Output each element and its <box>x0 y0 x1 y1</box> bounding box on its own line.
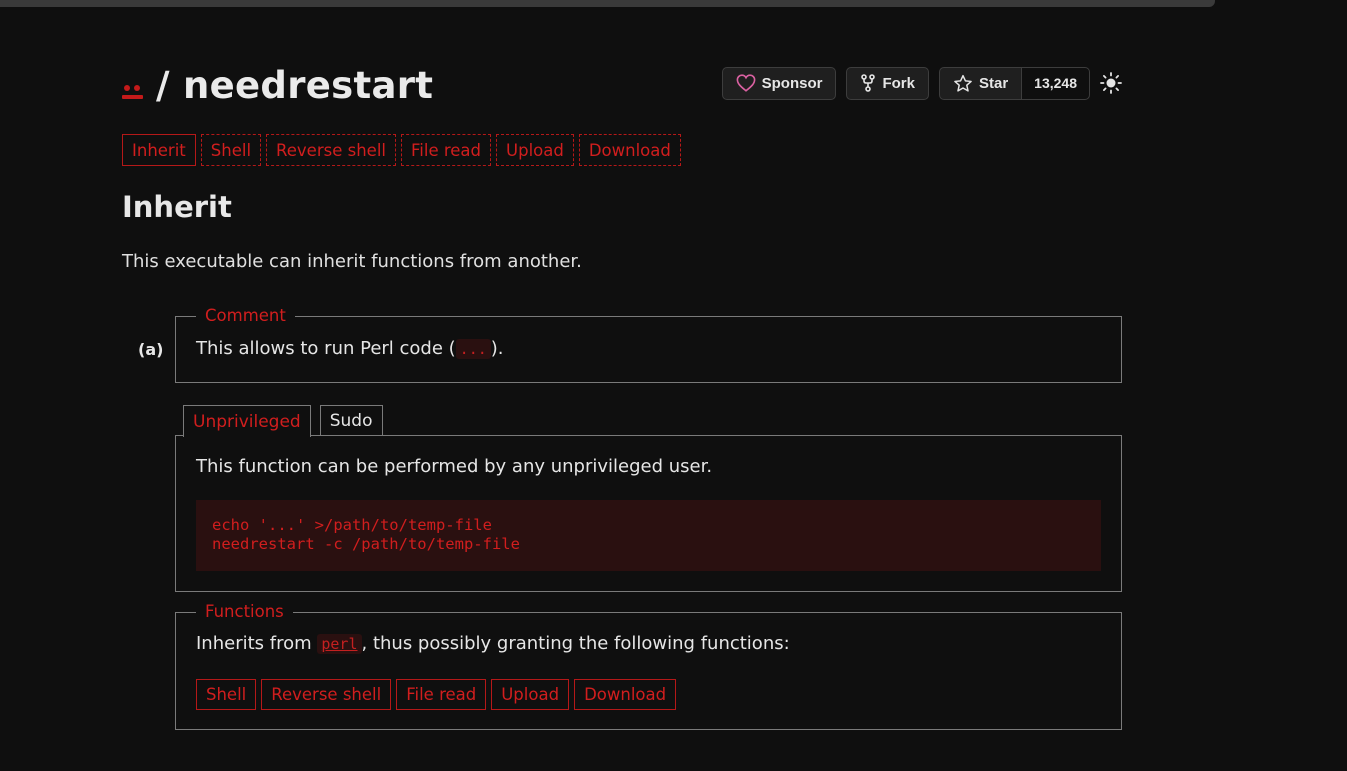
sponsor-button[interactable]: Sponsor <box>721 66 837 100</box>
sun-icon <box>1100 72 1122 94</box>
page-header: / needrestart <box>122 60 433 110</box>
tag-download[interactable]: Download <box>578 134 681 166</box>
star-button[interactable]: Star <box>938 66 1023 100</box>
functions-fieldset: Functions Inherits from perl, thus possi… <box>175 601 1122 730</box>
tag-inherit[interactable]: Inherit <box>122 134 196 166</box>
entry-label: (a) <box>138 340 164 359</box>
heart-icon <box>736 74 756 92</box>
tag-file-read[interactable]: File read <box>401 134 492 166</box>
github-actions: Sponsor Fork Star 13,248 <box>721 66 1122 100</box>
privilege-tabs: Unprivileged Sudo <box>183 405 383 437</box>
tab-unprivileged[interactable]: Unprivileged <box>183 405 311 437</box>
sponsor-label: Sponsor <box>761 74 823 92</box>
inherited-tag-download[interactable]: Download <box>574 679 677 710</box>
tag-upload[interactable]: Upload <box>496 134 574 166</box>
tag-shell[interactable]: Shell <box>200 134 262 166</box>
fork-button[interactable]: Fork <box>846 66 929 100</box>
code-block[interactable]: echo '...' >/path/to/temp-file needresta… <box>196 500 1101 571</box>
star-label: Star <box>978 74 1009 92</box>
section-heading: Inherit <box>122 190 232 224</box>
inherited-tag-file-read[interactable]: File read <box>396 679 487 710</box>
page-title: / needrestart <box>156 63 434 107</box>
perl-link[interactable]: perl <box>317 634 362 654</box>
tab-sudo[interactable]: Sudo <box>319 405 383 436</box>
functions-text: Inherits from perl, thus possibly granti… <box>196 633 790 654</box>
star-count[interactable]: 13,248 <box>1022 66 1090 100</box>
browser-top-bar <box>0 0 1215 7</box>
comment-code: ... <box>455 339 491 359</box>
comment-fieldset: Comment This allows to run Perl code (..… <box>175 305 1122 383</box>
comment-legend: Comment <box>196 305 295 327</box>
fork-icon <box>861 74 876 92</box>
function-tags: Inherit Shell Reverse shell File read Up… <box>122 134 681 166</box>
section-description: This executable can inherit functions fr… <box>122 251 582 272</box>
fork-label: Fork <box>882 74 915 92</box>
unprivileged-panel: This function can be performed by any un… <box>175 435 1122 592</box>
tag-reverse-shell[interactable]: Reverse shell <box>266 134 396 166</box>
comment-text: This allows to run Perl code (...). <box>196 338 504 359</box>
star-group: Star 13,248 <box>938 66 1090 100</box>
star-icon <box>954 74 972 92</box>
unprivileged-description: This function can be performed by any un… <box>196 456 713 477</box>
inherited-tag-upload[interactable]: Upload <box>491 679 570 710</box>
theme-toggle-button[interactable] <box>1100 72 1122 94</box>
functions-legend: Functions <box>196 601 293 623</box>
gtfobins-logo-icon[interactable] <box>122 81 144 101</box>
inherited-function-tags: Shell Reverse shell File read Upload Dow… <box>196 679 677 710</box>
inherited-tag-shell[interactable]: Shell <box>196 679 257 710</box>
inherited-tag-reverse-shell[interactable]: Reverse shell <box>261 679 392 710</box>
